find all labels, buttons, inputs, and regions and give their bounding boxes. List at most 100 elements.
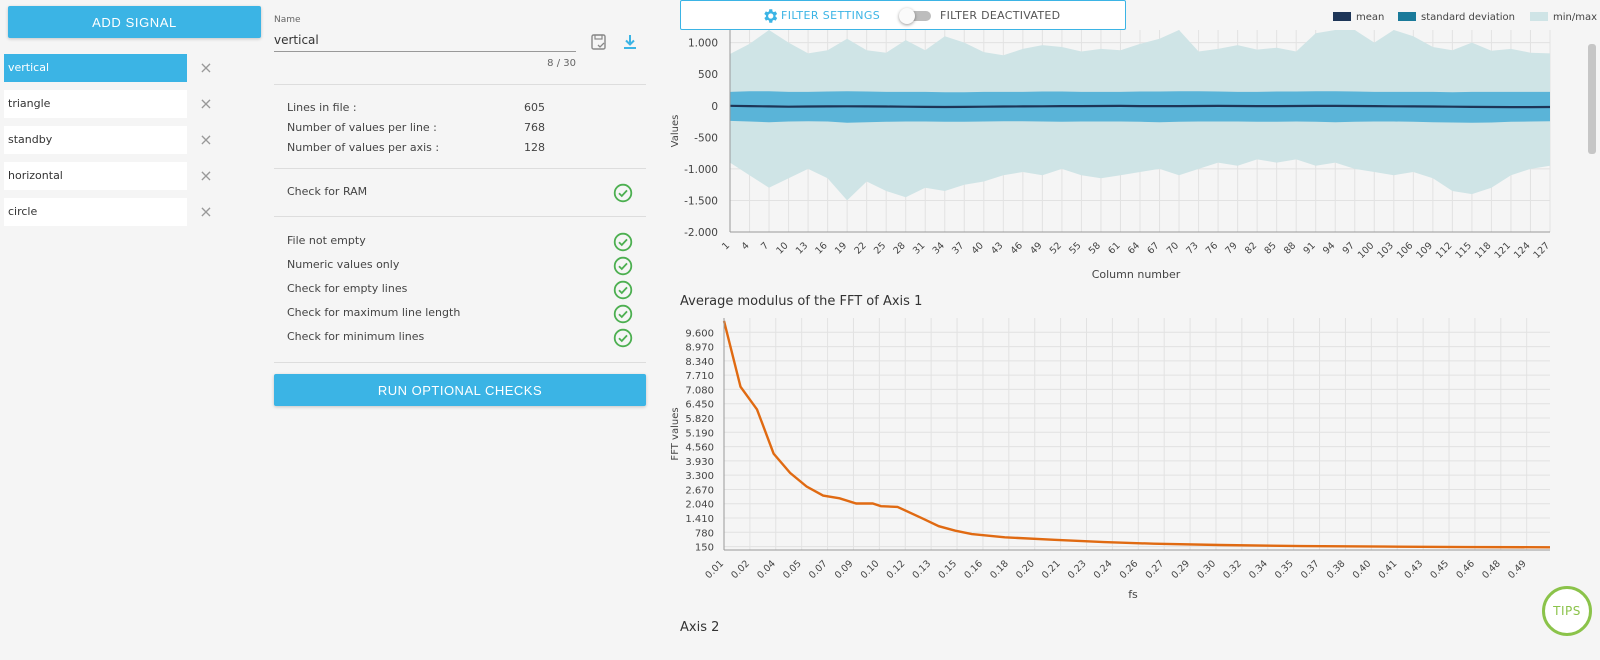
legend-swatch [1530,12,1548,21]
y-tick-label: 7.080 [685,385,714,396]
scrollbar-thumb[interactable] [1588,44,1596,154]
x-tick-label: 88 [1282,240,1298,256]
legend-label: mean [1356,12,1385,23]
x-tick-label: 58 [1087,240,1103,256]
x-tick-label: 0.30 [1195,558,1218,581]
mean-line [729,104,1551,109]
remove-signal-icon[interactable]: × [194,162,218,190]
y-tick-label: 4.560 [685,443,714,454]
x-tick-label: 85 [1262,240,1278,256]
x-tick-label: 73 [1184,240,1200,256]
remove-signal-icon[interactable]: × [194,54,218,82]
x-tick-label: 43 [989,240,1005,256]
filter-toggle[interactable] [899,8,931,24]
x-tick-label: 31 [911,240,927,256]
x-tick-label: 0.20 [1014,558,1037,581]
x-tick-label: 25 [872,240,888,256]
download-icon[interactable] [622,33,638,51]
fft-chart: 150 780 1.410 2.040 2.670 3.300 3.930 4.560 5.19… [664,318,1600,610]
stat-label: Number of values per axis : [287,141,440,154]
x-tick-label: 0.38 [1325,558,1348,581]
y-tick-label: 5.190 [685,428,714,439]
legend-item-std: standard deviation [1398,12,1515,23]
legend-label: min/max [1553,12,1598,23]
x-axis-title: Column number [1092,268,1181,281]
x-tick-label: 0.18 [988,558,1011,581]
signal-details-panel: Name 8 / 30 Lines in file : 605 Number o… [274,0,648,660]
x-tick-label: 0.24 [1092,558,1115,581]
signal-sidebar: ADD SIGNAL vertical × triangle × standby… [0,0,270,660]
x-tick-label: 97 [1341,240,1357,256]
x-tick-label: 0.32 [1221,558,1244,581]
tips-button[interactable]: TIPS [1542,586,1592,636]
name-input[interactable] [274,28,576,52]
fft-line [722,320,1551,549]
x-tick-label: 103 [1375,240,1396,261]
y-tick-label: 1.000 [688,38,718,50]
x-tick-label: 7 [759,240,771,252]
y-axis-title: Values [670,115,681,148]
signal-row: standby × [4,126,244,154]
x-tick-label: 0.41 [1377,558,1400,581]
signal-item-standby[interactable]: standby [4,126,187,154]
filter-settings-button[interactable]: FILTER SETTINGS [781,9,880,22]
x-tick-label: 64 [1126,240,1142,256]
y-tick-label: 8.340 [685,357,714,368]
legend-item-minmax: min/max [1530,12,1597,23]
x-tick-label: 121 [1492,240,1513,261]
remove-signal-icon[interactable]: × [194,90,218,118]
x-tick-label: 124 [1512,240,1533,261]
axis1-values-chart: -2.000 -1.500 -1.000 -500 0 500 1.000 1 4 7 10 13 16… [664,30,1600,292]
y-tick-label: 150 [695,543,714,554]
y-tick-label: 2.040 [685,500,714,511]
y-tick-label: 1.410 [685,514,714,525]
stat-label: Lines in file : [287,101,357,114]
divider [274,84,646,85]
y-tick-label: -1.000 [684,164,718,176]
signal-row: circle × [4,198,244,226]
filter-status-label: FILTER DEACTIVATED [940,9,1061,22]
y-tick-label: 7.710 [685,371,714,382]
gear-icon[interactable] [761,7,779,25]
x-tick-label: 0.02 [729,558,752,581]
y-axis-title: FFT values [670,407,681,460]
stat-value: 768 [524,121,545,134]
legend-swatch [1333,12,1351,21]
filter-bar: FILTER SETTINGS FILTER DEACTIVATED [680,0,1126,30]
add-signal-button[interactable]: ADD SIGNAL [8,6,261,38]
signal-item-circle[interactable]: circle [4,198,187,226]
check-circle-icon [613,183,633,203]
legend-label: standard deviation [1421,12,1516,23]
x-tick-label: 115 [1453,240,1474,261]
x-tick-label: 55 [1067,240,1083,256]
remove-signal-icon[interactable]: × [194,126,218,154]
y-tick-label: -2.000 [684,227,718,239]
x-tick-label: 0.01 [703,558,726,581]
y-tick-label: 500 [698,69,718,81]
x-tick-label: 40 [970,240,986,256]
x-tick-label: 0.09 [833,558,856,581]
y-tick-label: -1.500 [684,195,718,207]
remove-signal-icon[interactable]: × [194,198,218,226]
char-counter: 8 / 30 [547,58,576,69]
x-tick-label: 13 [794,240,810,256]
x-tick-label: 100 [1356,240,1377,261]
x-tick-label: 0.10 [859,558,882,581]
signal-item-triangle[interactable]: triangle [4,90,187,118]
x-tick-label: 112 [1434,240,1455,261]
divider [274,216,646,217]
legend-item-mean: mean [1333,12,1384,23]
x-tick-label: 91 [1302,240,1318,256]
check-circle-icon [613,280,633,300]
divider [274,168,646,169]
check-circle-icon [613,328,633,348]
y-tick-label: 780 [695,528,714,539]
run-optional-checks-button[interactable]: RUN OPTIONAL CHECKS [274,374,646,406]
save-icon[interactable] [590,33,608,51]
signal-item-vertical[interactable]: vertical [4,54,187,82]
values-chart-svg: -2.000 -1.500 -1.000 -500 0 500 1.000 1 4 7 10 13 16… [670,30,1552,281]
signal-item-horizontal[interactable]: horizontal [4,162,187,190]
x-axis-title: fs [1128,588,1138,601]
divider [274,362,646,363]
stat-label: Number of values per line : [287,121,437,134]
